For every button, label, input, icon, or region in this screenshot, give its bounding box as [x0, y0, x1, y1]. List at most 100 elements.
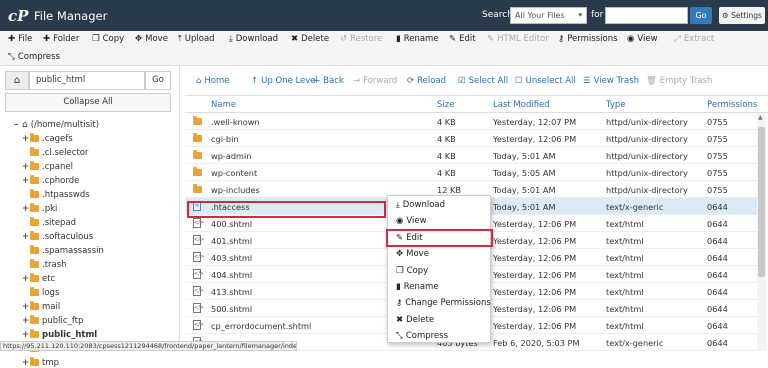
restore-button[interactable]: ↺ Restore [340, 34, 382, 44]
new-folder-button[interactable]: ✚ Folder [43, 34, 79, 44]
tree-node[interactable]: + etc [22, 273, 55, 284]
html-editor-label: HTML Editor [497, 34, 549, 44]
file-row[interactable]: wp-admin 4 KB Today, 5:01 AM httpd/unix-dir… [185, 147, 757, 164]
expand-toggle-icon[interactable]: + [22, 134, 30, 144]
file-list-scrollbar[interactable]: ▲ [757, 113, 766, 351]
unselect-all-label: Unselect All [525, 76, 576, 86]
path-go-button[interactable]: Go [145, 71, 171, 90]
tree-node[interactable]: + .cagefs [22, 133, 73, 144]
expand-toggle-icon[interactable]: + [22, 358, 30, 368]
file-perms-cell: 0644 [707, 253, 728, 263]
move-button[interactable]: ✥ Move [135, 34, 168, 44]
file-name-cell: 404.shtml [211, 270, 253, 280]
context-menu-label: Copy [406, 265, 429, 276]
context-menu-item-view[interactable]: ◉ View [396, 216, 427, 226]
tree-node[interactable]: .htpasswds [22, 189, 90, 200]
expand-toggle-icon[interactable]: + [22, 316, 30, 326]
column-type[interactable]: Type [606, 100, 626, 110]
extract-button[interactable]: ⤢ Extract [674, 34, 714, 44]
html-editor-button[interactable]: ✎ HTML Editor [487, 34, 549, 44]
expand-toggle-icon[interactable]: – [14, 120, 22, 130]
column-name[interactable]: Name [211, 100, 236, 110]
up-one-level-link[interactable]: ↑ Up One Level [251, 76, 318, 86]
context-menu-item-compress[interactable]: ⤡ Compress [396, 331, 448, 341]
compress-button[interactable]: ⤡ Compress [8, 52, 60, 62]
context-menu-item-delete[interactable]: ✖ Delete [396, 315, 434, 325]
column-permissions[interactable]: Permissions [707, 100, 757, 110]
path-input[interactable]: public_html [29, 71, 145, 90]
select-all-link[interactable]: ☑ Select All [458, 76, 508, 86]
forward-link[interactable]: → Forward [353, 76, 397, 86]
tree-node[interactable]: + public_ftp [22, 315, 83, 326]
new-file-button[interactable]: ✚ File [8, 34, 32, 44]
context-menu-item-move[interactable]: ✥ Move [396, 249, 429, 259]
upload-button[interactable]: ⤒ Upload [178, 34, 215, 44]
file-type-cell: httpd/unix-directory [606, 185, 688, 195]
unselect-all-link[interactable]: ☐ Unselect All [515, 76, 576, 86]
expand-toggle-icon[interactable]: + [22, 204, 30, 214]
tree-node[interactable]: + tmp [22, 357, 59, 368]
empty-trash-link[interactable]: 🗑 Empty Trash [646, 76, 712, 86]
file-row[interactable]: .well-known 4 KB Yesterday, 12:07 PM httpd/… [185, 113, 757, 130]
expand-toggle-icon[interactable]: + [22, 176, 30, 186]
column-size[interactable]: Size [437, 100, 454, 110]
download-label: Download [235, 34, 279, 44]
rename-button[interactable]: ▮ Rename [396, 34, 439, 44]
search-input[interactable] [605, 7, 688, 24]
file-row[interactable]: cgi-bin 4 KB Yesterday, 12:06 PM httpd/unix… [185, 130, 757, 147]
context-menu-item-download[interactable]: ⤓ Download [396, 200, 445, 210]
expand-toggle-icon[interactable]: + [22, 302, 30, 312]
tree-node[interactable]: logs [22, 287, 59, 298]
home-link[interactable]: ⌂ Home [196, 76, 230, 86]
tree-node[interactable]: + mail [22, 301, 60, 312]
tree-node[interactable]: .spamassassin [22, 245, 104, 256]
tree-node[interactable]: + public_html [22, 329, 97, 340]
file-row[interactable]: wp-content 4 KB Today, 5:05 AM httpd/unix-d… [185, 164, 757, 181]
edit-menu-highlight [386, 229, 493, 247]
back-link[interactable]: ← Back [313, 76, 344, 86]
tree-node[interactable]: .sitepad [22, 217, 76, 228]
column-last-modified[interactable]: Last Modified [493, 100, 550, 110]
folder-icon [30, 231, 39, 240]
permissions-button[interactable]: ⚷ Permissions [558, 34, 618, 44]
copy-button[interactable]: ❐ Copy [92, 34, 124, 44]
collapse-all-button[interactable]: Collapse All [5, 93, 171, 112]
arrow-right-icon: → [353, 76, 361, 86]
arrow-left-icon: ← [313, 76, 321, 86]
context-menu-item-change-permissions[interactable]: ⚷ Change Permissions [396, 298, 491, 308]
download-button[interactable]: ⤓ Download [229, 34, 278, 44]
context-menu-item-rename[interactable]: ▮ Rename [396, 282, 439, 292]
checkbox-empty-icon: ☐ [515, 76, 523, 86]
file-modified-cell: Yesterday, 12:07 PM [493, 117, 577, 127]
expand-toggle-icon[interactable]: + [22, 274, 30, 284]
search-go-button[interactable]: Go [690, 7, 712, 24]
tree-node[interactable]: .trash [22, 259, 67, 270]
tree-node[interactable]: + .pki [22, 203, 57, 214]
folder-icon [30, 217, 39, 226]
view-button[interactable]: ◉ View [627, 34, 658, 44]
tree-node[interactable]: + .cphorde [22, 175, 79, 186]
upload-icon: ⤒ [178, 34, 182, 44]
reload-link[interactable]: ⟳ Reload [407, 76, 446, 86]
scrollbar-thumb[interactable] [758, 127, 765, 277]
tree-node-label: .cpanel [42, 162, 73, 172]
expand-toggle-icon[interactable]: + [22, 232, 30, 242]
edit-button[interactable]: ✎ Edit [449, 34, 476, 44]
folder-icon [30, 245, 39, 254]
tree-node[interactable]: + .softaculous [22, 231, 93, 242]
tree-node[interactable]: – ⌂ (/home/multisit) [14, 120, 99, 130]
expand-toggle-icon[interactable]: + [22, 162, 30, 172]
delete-button[interactable]: ✖ Delete [291, 34, 329, 44]
home-icon[interactable]: ⌂ [5, 71, 29, 90]
tree-node[interactable]: .cl.selector [22, 147, 88, 158]
view-trash-link[interactable]: ☰ View Trash [583, 76, 639, 86]
scroll-up-icon[interactable]: ▲ [758, 114, 763, 121]
tree-node[interactable]: + .cpanel [22, 161, 73, 172]
context-menu-item-copy[interactable]: ❐ Copy [396, 266, 428, 276]
file-modified-cell: Today, 5:05 AM [493, 168, 556, 178]
search-scope-select[interactable]: All Your Files ▾ [510, 7, 587, 24]
tree-node-label: .cagefs [42, 134, 73, 144]
expand-toggle-icon[interactable]: + [22, 330, 30, 340]
cpanel-logo[interactable]: cP [8, 7, 28, 25]
settings-button[interactable]: ⚙ Settings [719, 7, 765, 24]
